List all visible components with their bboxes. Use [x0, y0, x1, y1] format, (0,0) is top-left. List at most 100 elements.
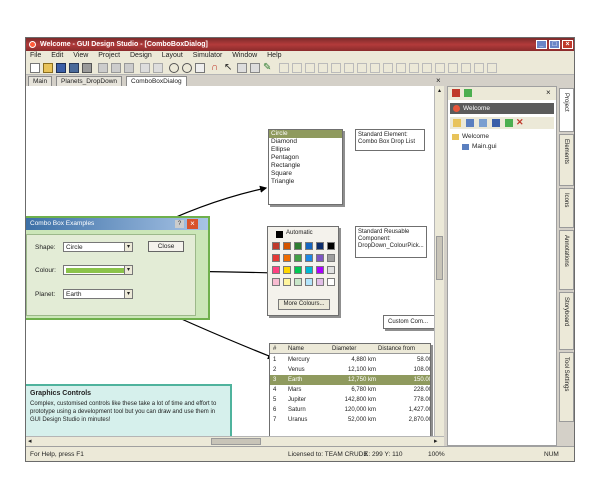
colour-swatch[interactable]: [283, 242, 291, 250]
scroll-right-icon[interactable]: ▸: [434, 437, 438, 446]
side-tab-icons[interactable]: Icons: [559, 188, 574, 228]
side-tab-project[interactable]: Project: [559, 88, 574, 132]
same-height-icon[interactable]: [396, 63, 406, 73]
table-row[interactable]: 7 Uranus 52,000 km 2,870.00: [270, 415, 430, 425]
save-all-icon[interactable]: [69, 63, 79, 73]
dialog-close-icon[interactable]: ×: [187, 219, 198, 229]
table-row[interactable]: 1 Mercury 4,880 km 58.00: [270, 355, 430, 365]
list-item[interactable]: Diamond: [269, 138, 342, 146]
colour-swatch[interactable]: [327, 242, 335, 250]
maximize-button[interactable]: □: [549, 40, 560, 49]
list-item[interactable]: Pentagon: [269, 154, 342, 162]
colour-swatch[interactable]: [283, 266, 291, 274]
colour-swatch[interactable]: [294, 266, 302, 274]
copy-file-icon[interactable]: [479, 119, 487, 127]
side-tab-storyboard[interactable]: Storyboard: [559, 292, 574, 350]
colour-swatch[interactable]: [316, 278, 324, 286]
column-header[interactable]: Diameter: [332, 345, 376, 353]
save-file-icon[interactable]: [492, 119, 500, 127]
scroll-left-icon[interactable]: ◂: [28, 437, 32, 446]
colour-swatch[interactable]: [272, 242, 280, 250]
grid-icon[interactable]: [487, 63, 497, 73]
table-row[interactable]: 3 Earth 12,750 km 150.00: [270, 375, 430, 385]
side-tab-elements[interactable]: Elements: [559, 134, 574, 186]
colour-swatch[interactable]: [316, 242, 324, 250]
lock-icon[interactable]: [474, 63, 484, 73]
new-file-icon[interactable]: [30, 63, 40, 73]
colour-swatch[interactable]: [327, 266, 335, 274]
same-size-icon[interactable]: [409, 63, 419, 73]
colour-swatch[interactable]: [272, 278, 280, 286]
menu-file[interactable]: File: [30, 52, 41, 59]
colour-swatch[interactable]: [294, 254, 302, 262]
panel-tool-icon[interactable]: [464, 89, 472, 97]
shape-droplist[interactable]: Circle Diamond Ellipse Pentagon Rectangl…: [268, 129, 343, 205]
align-bottom-icon[interactable]: [344, 63, 354, 73]
distribute-v-icon[interactable]: [370, 63, 380, 73]
chevron-down-icon[interactable]: ▾: [124, 242, 133, 252]
shape-combobox[interactable]: Circle ▾: [63, 242, 133, 252]
hscroll-thumb[interactable]: [211, 438, 261, 445]
planets-table[interactable]: # Name Diameter Distance from 1 Mercury 4,880 …: [269, 343, 431, 438]
column-header[interactable]: Distance from: [378, 345, 430, 353]
menu-view[interactable]: View: [73, 52, 88, 59]
welcome-panel-tab[interactable]: Welcome: [450, 103, 554, 114]
select-icon[interactable]: [237, 63, 247, 73]
help-icon[interactable]: ?: [175, 220, 184, 228]
menu-window[interactable]: Window: [232, 52, 257, 59]
column-header[interactable]: #: [273, 345, 286, 353]
tab-combobox-dialog[interactable]: ComboBoxDialog: [126, 76, 187, 86]
colour-swatch[interactable]: [305, 278, 313, 286]
bring-front-icon[interactable]: [448, 63, 458, 73]
align-top-icon[interactable]: [318, 63, 328, 73]
planet-combobox[interactable]: Earth ▾: [63, 289, 133, 299]
pen-icon[interactable]: ✎: [263, 63, 273, 73]
zoom-out-icon[interactable]: [182, 63, 192, 73]
table-row[interactable]: 5 Jupiter 142,800 km 778.00: [270, 395, 430, 405]
list-item[interactable]: Circle: [269, 130, 342, 138]
column-header[interactable]: Name: [288, 345, 330, 353]
tab-main[interactable]: Main: [28, 76, 53, 86]
panel-close-icon[interactable]: ×: [546, 88, 551, 97]
colour-swatch[interactable]: [327, 278, 335, 286]
colour-swatch[interactable]: [305, 266, 313, 274]
list-item[interactable]: Square: [269, 170, 342, 178]
menu-edit[interactable]: Edit: [51, 52, 63, 59]
automatic-swatch[interactable]: [276, 231, 283, 238]
link-icon[interactable]: [250, 63, 260, 73]
cut-icon[interactable]: [98, 63, 108, 73]
refresh-icon[interactable]: [505, 119, 513, 127]
minimize-button[interactable]: _: [536, 40, 547, 49]
zoom-in-icon[interactable]: [169, 63, 179, 73]
close-tab-icon[interactable]: ×: [436, 76, 441, 85]
list-item[interactable]: Rectangle: [269, 162, 342, 170]
send-back-icon[interactable]: [461, 63, 471, 73]
colour-swatch[interactable]: [305, 242, 313, 250]
align-left-icon[interactable]: [279, 63, 289, 73]
magnet-icon[interactable]: ∩: [211, 63, 221, 73]
copy-icon[interactable]: [111, 63, 121, 73]
colour-combobox[interactable]: ▾: [63, 265, 133, 275]
align-middle-icon[interactable]: [331, 63, 341, 73]
print-icon[interactable]: [82, 63, 92, 73]
menu-help[interactable]: Help: [267, 52, 281, 59]
open-folder-icon[interactable]: [43, 63, 53, 73]
design-canvas[interactable]: Circle Diamond Ellipse Pentagon Rectangl…: [26, 86, 434, 446]
colour-swatch[interactable]: [283, 254, 291, 262]
menu-project[interactable]: Project: [98, 52, 120, 59]
tree-item-main-gui[interactable]: Main.gui: [462, 143, 497, 150]
scroll-thumb[interactable]: [436, 236, 443, 280]
side-tab-tool-settings[interactable]: Tool Settings: [559, 352, 574, 422]
paste-icon[interactable]: [124, 63, 134, 73]
group-icon[interactable]: [422, 63, 432, 73]
side-tab-annotations[interactable]: Annotations: [559, 230, 574, 290]
colour-swatch[interactable]: [316, 254, 324, 262]
colour-swatch[interactable]: [305, 254, 313, 262]
table-row[interactable]: 6 Saturn 120,000 km 1,427.00: [270, 405, 430, 415]
more-colours-button[interactable]: More Colours...: [278, 299, 330, 310]
close-button[interactable]: Close: [148, 241, 184, 252]
menu-layout[interactable]: Layout: [162, 52, 183, 59]
tab-planets-dropdown[interactable]: Planets_DropDown: [56, 76, 123, 86]
colour-swatch[interactable]: [272, 266, 280, 274]
redo-icon[interactable]: [153, 63, 163, 73]
